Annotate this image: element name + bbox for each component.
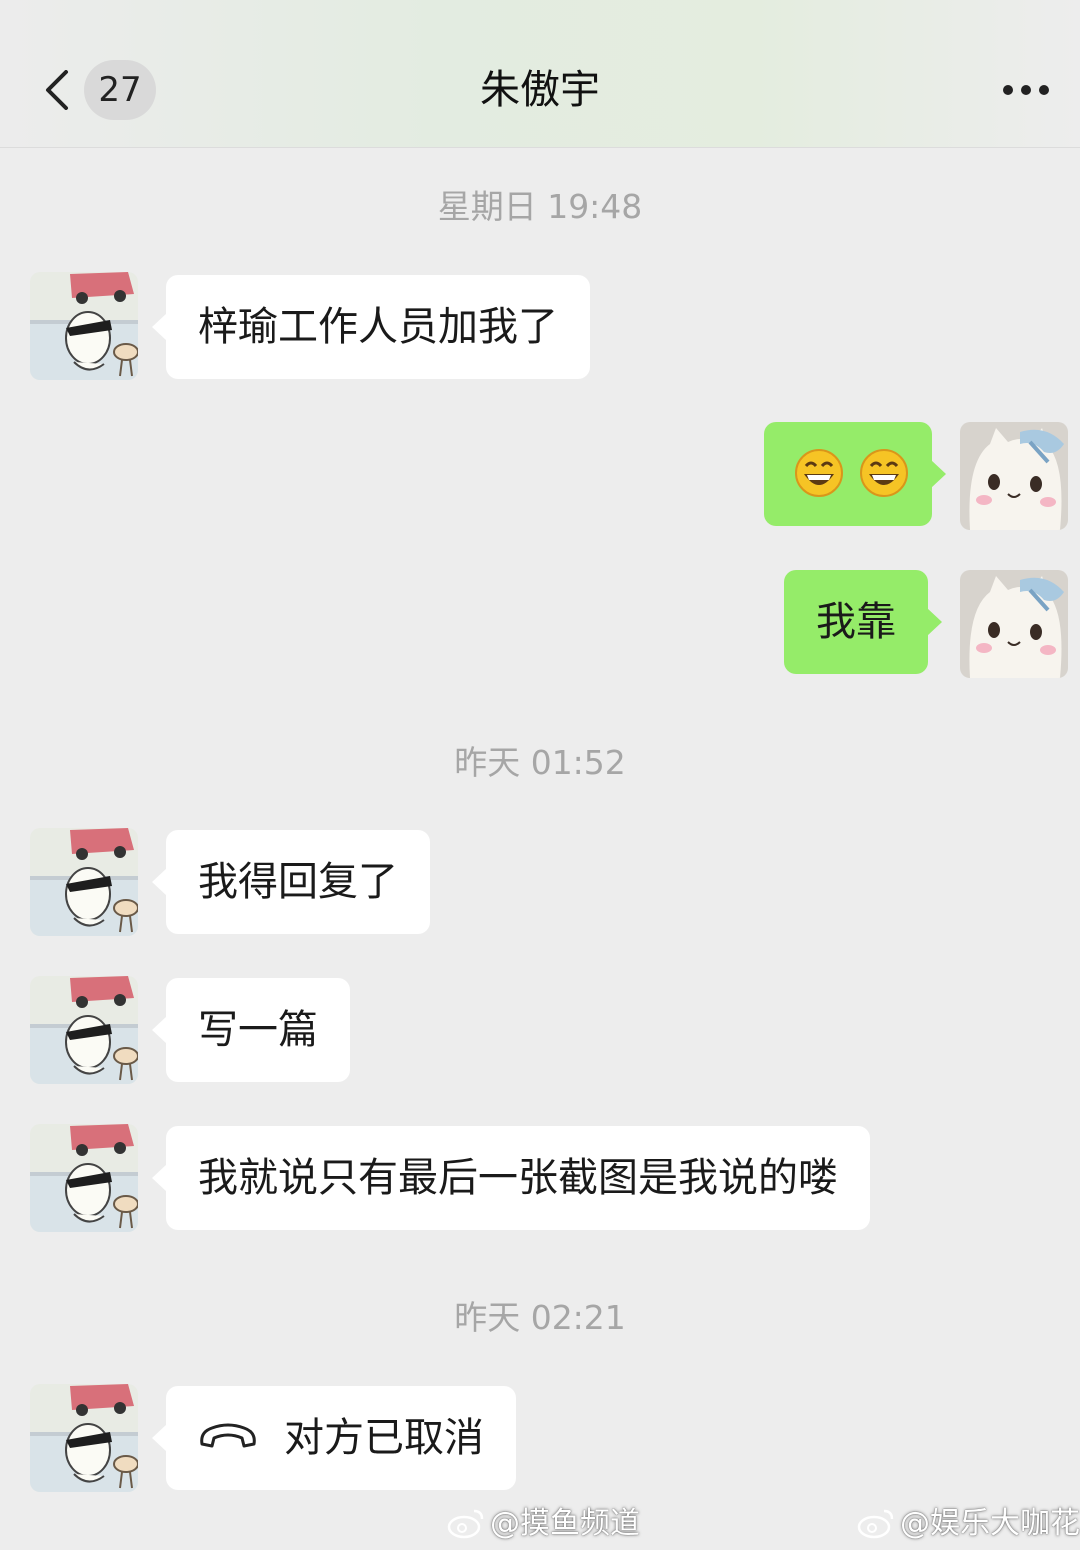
grin-emoji-icon xyxy=(794,448,844,498)
message-bubble-received[interactable]: 写一篇 xyxy=(152,978,350,1082)
chat-title: 朱傲宇 xyxy=(480,67,600,113)
message-bubble-sent[interactable] xyxy=(764,422,946,526)
call-status-text: 对方已取消 xyxy=(284,1415,484,1461)
message-timestamp: 星期日 19:48 xyxy=(437,187,643,226)
contact-avatar[interactable] xyxy=(30,272,138,380)
more-options-icon[interactable] xyxy=(1000,80,1052,100)
watermark-right: @娱乐大咖花 xyxy=(856,1502,1080,1546)
self-avatar[interactable] xyxy=(960,422,1068,530)
watermark-left: @摸鱼频道 xyxy=(446,1502,640,1546)
message-timestamp: 昨天 01:52 xyxy=(454,743,626,782)
message-timestamp: 昨天 02:21 xyxy=(454,1298,626,1337)
self-avatar[interactable] xyxy=(960,570,1068,678)
message-bubble-received[interactable]: 我得回复了 xyxy=(152,830,430,934)
call-record-bubble[interactable]: 对方已取消 xyxy=(152,1386,516,1490)
message-bubble-sent[interactable]: 我靠 xyxy=(784,570,942,674)
contact-avatar[interactable] xyxy=(30,976,138,1084)
weibo-icon xyxy=(857,1509,894,1538)
contact-avatar[interactable] xyxy=(30,828,138,936)
contact-avatar[interactable] xyxy=(30,1124,138,1232)
chat-header: 27 朱傲宇 xyxy=(0,0,1080,148)
message-bubble-received[interactable]: 我就说只有最后一张截图是我说的喽 xyxy=(152,1126,870,1230)
phone-hangup-icon xyxy=(200,1423,256,1448)
grin-emoji-icon xyxy=(859,448,909,498)
contact-avatar[interactable] xyxy=(30,1384,138,1492)
weibo-icon xyxy=(447,1509,484,1538)
message-bubble-received[interactable]: 梓瑜工作人员加我了 xyxy=(152,275,590,379)
